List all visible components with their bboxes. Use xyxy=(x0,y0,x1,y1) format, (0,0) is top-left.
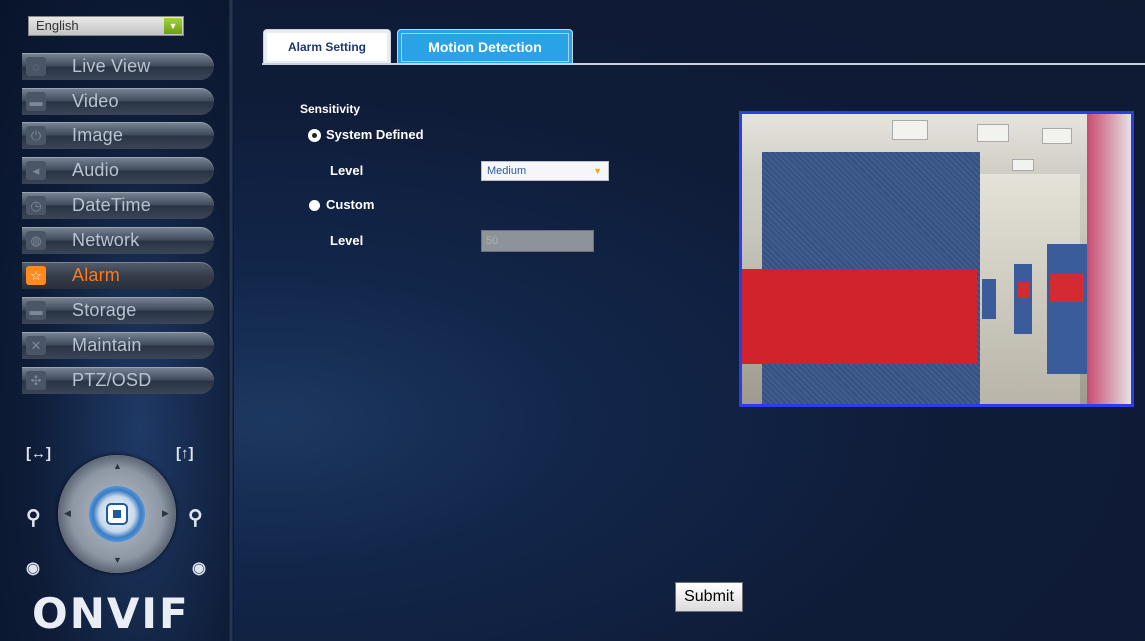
zoom-in-icon[interactable]: ⚲ xyxy=(188,505,203,530)
sidebar-item-label: Audio xyxy=(72,160,120,180)
language-select[interactable]: English ▼ xyxy=(28,16,184,36)
power-icon: ⏻ xyxy=(26,126,46,145)
focus-far-icon[interactable]: ◉ xyxy=(192,558,206,578)
sidebar-item-video[interactable]: ▬ Video xyxy=(22,88,214,115)
preview-right-wall xyxy=(1087,114,1131,404)
sidebar-item-label: Network xyxy=(72,230,140,250)
zoom-fit-icon[interactable]: [↔] xyxy=(26,445,51,462)
chevron-down-icon[interactable]: ▼ xyxy=(164,18,182,34)
sidebar-item-ptz-osd[interactable]: ✣ PTZ/OSD xyxy=(22,367,214,394)
sensitivity-level-value: Medium xyxy=(487,165,527,177)
preview-light xyxy=(977,124,1009,142)
ptz-stop-button[interactable] xyxy=(89,486,145,542)
sidebar-item-label: Image xyxy=(72,125,124,145)
focus-near-icon[interactable]: ◉ xyxy=(26,558,40,578)
arrow-left-icon[interactable]: ◀ xyxy=(64,508,71,519)
system-defined-label: System Defined xyxy=(326,127,424,142)
tab-motion-detection[interactable]: Motion Detection xyxy=(397,29,573,64)
sidebar-item-label: Storage xyxy=(72,300,137,320)
preview-cubicle xyxy=(1014,264,1032,334)
preview-cubicle xyxy=(1050,274,1084,302)
preview-cubicle xyxy=(1047,244,1087,374)
chevron-down-icon: ▼ xyxy=(593,166,602,176)
camera-icon: ▬ xyxy=(26,92,46,111)
custom-level-label: Level xyxy=(330,233,364,248)
custom-level-value: 50 xyxy=(486,235,499,247)
globe-icon: ◍ xyxy=(26,231,46,250)
custom-label: Custom xyxy=(326,197,375,212)
arrow-down-icon[interactable]: ▼ xyxy=(113,555,122,565)
speaker-icon: ◂ xyxy=(26,161,46,180)
sidebar-item-label: Video xyxy=(72,91,119,111)
tab-label: Alarm Setting xyxy=(267,33,387,61)
wrench-icon: ✕ xyxy=(26,336,46,355)
system-defined-radio[interactable] xyxy=(309,130,320,141)
tab-label: Motion Detection xyxy=(401,33,569,62)
sidebar-item-audio[interactable]: ◂ Audio xyxy=(22,157,214,184)
preview-light xyxy=(1042,128,1072,144)
sidebar-item-storage[interactable]: ▬ Storage xyxy=(22,297,214,324)
preview-cubicle xyxy=(982,279,996,319)
sidebar-item-label: PTZ/OSD xyxy=(72,370,152,390)
clock-icon: ◷ xyxy=(26,196,46,215)
preview-light xyxy=(892,120,928,140)
ptz-control: [↔] [↑] ⚲ ⚲ ◉ ◉ ▲ ▼ ◀ ▶ xyxy=(0,415,228,595)
sidebar-item-alarm[interactable]: ☆ Alarm xyxy=(22,262,214,289)
sensitivity-level-select[interactable]: Medium ▼ xyxy=(481,161,609,181)
custom-level-input: 50 xyxy=(481,230,594,252)
sidebar-item-live-view[interactable]: ◌ Live View xyxy=(22,53,214,80)
tab-divider xyxy=(262,63,1145,65)
tab-alarm-setting[interactable]: Alarm Setting xyxy=(263,29,391,64)
custom-radio[interactable] xyxy=(309,200,320,211)
drive-icon: ▬ xyxy=(26,301,46,320)
zoom-out-icon[interactable]: ⚲ xyxy=(26,505,41,530)
sensitivity-label: Sensitivity xyxy=(300,102,361,116)
sidebar-item-maintain[interactable]: ✕ Maintain xyxy=(22,332,214,359)
arrow-right-icon[interactable]: ▶ xyxy=(162,508,169,519)
submit-button[interactable]: Submit xyxy=(675,582,743,612)
sidebar-item-label: Maintain xyxy=(72,335,142,355)
system-level-label: Level xyxy=(330,163,364,178)
stop-icon xyxy=(106,503,128,525)
sidebar-item-label: DateTime xyxy=(72,195,151,215)
preview-cubicle xyxy=(1018,282,1030,298)
preview-light xyxy=(1012,159,1034,171)
sidebar: English ▼ ◌ Live View ▬ Video ⏻ Image ◂ … xyxy=(0,0,228,641)
language-value: English xyxy=(36,18,79,33)
sidebar-item-image[interactable]: ⏻ Image xyxy=(22,122,214,149)
sidebar-item-network[interactable]: ◍ Network xyxy=(22,227,214,254)
sidebar-item-datetime[interactable]: ◷ DateTime xyxy=(22,192,214,219)
onvif-logo: ONVIF xyxy=(32,589,190,638)
sidebar-item-label: Live View xyxy=(72,56,151,76)
main-panel: Alarm Setting Motion Detection Sensitivi… xyxy=(234,0,1145,641)
chat-bubble-icon: ◌ xyxy=(26,57,46,76)
expand-icon[interactable]: [↑] xyxy=(176,445,194,462)
move-icon: ✣ xyxy=(26,371,46,390)
arrow-up-icon[interactable]: ▲ xyxy=(113,461,122,471)
camera-preview[interactable] xyxy=(739,111,1134,407)
preview-red-band xyxy=(742,269,977,364)
sidebar-item-label: Alarm xyxy=(72,265,121,285)
star-icon: ☆ xyxy=(26,266,46,285)
